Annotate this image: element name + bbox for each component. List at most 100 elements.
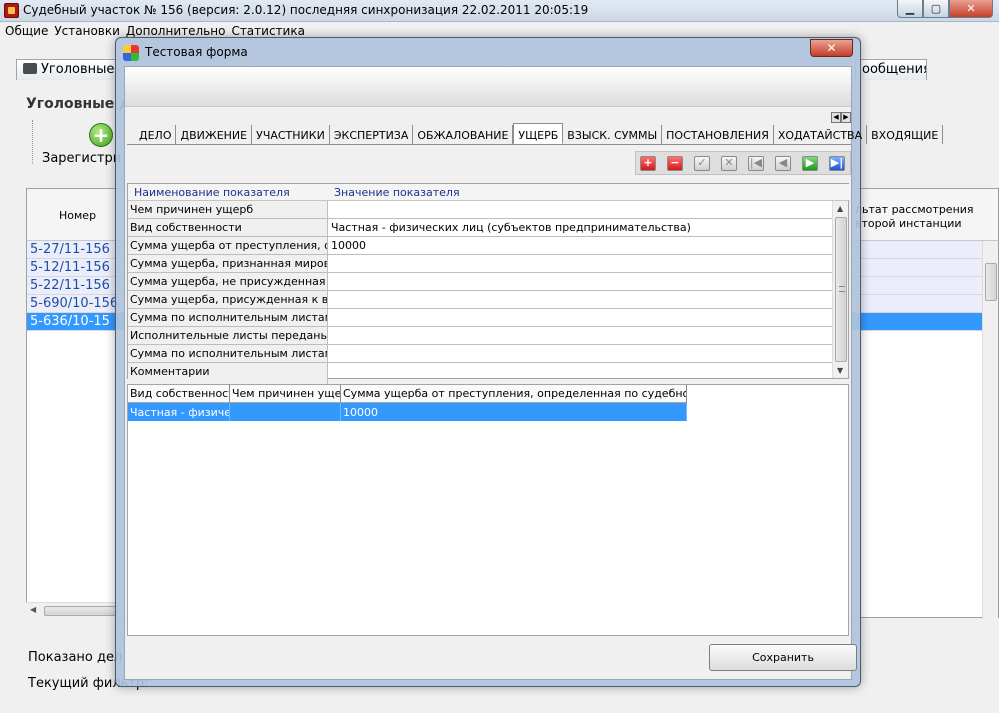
tab-recovered-sums[interactable]: ВЗЫСК. СУММЫ — [563, 125, 663, 144]
dialog-close-button[interactable]: ✕ — [810, 39, 853, 57]
tab-incoming[interactable]: ВХОДЯЩИЕ — [867, 125, 944, 144]
tab-messages[interactable]: ообщения — [855, 59, 927, 80]
tab-case[interactable]: ДЕЛО — [135, 125, 177, 144]
column-number[interactable]: Номер — [59, 209, 96, 222]
toolbar-separator — [32, 120, 33, 164]
scroll-thumb[interactable] — [835, 217, 847, 362]
scroll-thumb[interactable] — [985, 263, 997, 301]
tab-damage[interactable]: УЩЕРБ — [513, 123, 564, 144]
property-name: Сумма по исполнительным листам, ... — [128, 309, 328, 326]
grip-icon — [839, 286, 845, 292]
tab-movement[interactable]: ДВИЖЕНИЕ — [176, 125, 253, 144]
table-row-selected[interactable]: Частная - физическ 10000 — [128, 403, 687, 421]
briefcase-icon — [23, 63, 37, 74]
damage-list-grid: Вид собственности Чем причинен ущерб Сум… — [127, 384, 849, 636]
close-button[interactable]: ✕ — [949, 0, 993, 18]
tab-petitions[interactable]: ХОДАТАЙСТВА — [774, 125, 868, 144]
tab-criminal-label: Уголовные — [41, 62, 115, 77]
tab-scroll-buttons: ◀ ▶ — [831, 112, 851, 123]
scroll-thumb[interactable] — [44, 606, 116, 616]
property-value[interactable]: Частная - физических лиц (субъектов пред… — [329, 219, 832, 236]
header-indicator-value: Значение показателя — [334, 186, 460, 199]
add-record-button[interactable]: + — [640, 156, 656, 171]
column-ownership[interactable]: Вид собственности — [128, 385, 230, 403]
property-name: Сумма ущерба, присужденная к вз... — [128, 291, 328, 308]
form-icon — [123, 45, 139, 61]
dialog-body: ◀ ▶ ДЕЛО ДВИЖЕНИЕ УЧАСТНИКИ ЭКСПЕРТИЗА О… — [124, 66, 944, 680]
tab-criminal[interactable]: Уголовные — [16, 59, 116, 80]
damage-list-header: Вид собственности Чем причинен ущерб Сум… — [128, 385, 687, 403]
column-result-line2: второй инстанции — [855, 217, 962, 230]
window-title: Судебный участок № 156 (версия: 2.0.12) … — [23, 3, 589, 17]
confirm-record-button[interactable]: ✓ — [694, 156, 710, 171]
properties-grid: Наименование показателя Значение показат… — [127, 183, 850, 389]
property-value[interactable] — [329, 309, 832, 326]
property-value[interactable] — [329, 327, 832, 344]
tab-expertise[interactable]: ЭКСПЕРТИЗА — [330, 125, 414, 144]
save-button[interactable]: Сохранить — [709, 644, 857, 671]
tab-participants[interactable]: УЧАСТНИКИ — [252, 125, 330, 144]
property-value[interactable] — [329, 201, 832, 218]
app-icon — [4, 3, 19, 18]
next-record-button[interactable]: ▶ — [802, 156, 818, 171]
header-indicator-name: Наименование показателя — [134, 186, 290, 199]
register-button-label[interactable]: Зарегистри — [42, 151, 121, 166]
maximize-button[interactable]: ▢ — [923, 0, 949, 18]
column-damage-cause[interactable]: Чем причинен ущерб — [230, 385, 341, 403]
property-row[interactable]: Исполнительные листы переданы п... — [128, 327, 833, 345]
property-name: Вид собственности — [128, 219, 328, 236]
property-name: Исполнительные листы переданы п... — [128, 327, 328, 344]
dialog-tabs: ДЕЛО ДВИЖЕНИЕ УЧАСТНИКИ ЭКСПЕРТИЗА ОБЖАЛ… — [127, 123, 944, 145]
tab-resolutions[interactable]: ПОСТАНОВЛЕНИЯ — [662, 125, 774, 144]
property-value[interactable] — [329, 291, 832, 308]
first-record-button[interactable]: |◀ — [748, 156, 764, 171]
register-add-icon[interactable]: + — [89, 123, 113, 147]
tab-appeal[interactable]: ОБЖАЛОВАНИЕ — [413, 125, 514, 144]
property-row[interactable]: Сумма ущерба от преступления, оп... 1000… — [128, 237, 833, 255]
property-name: Чем причинен ущерб — [128, 201, 328, 218]
property-row[interactable]: Сумма по исполнительным листам, ... — [128, 345, 833, 363]
property-value[interactable]: 10000 — [329, 237, 832, 254]
dialog-title: Тестовая форма — [145, 45, 248, 59]
cancel-record-button[interactable]: ✕ — [721, 156, 737, 171]
last-record-button[interactable]: ▶| — [829, 156, 845, 171]
properties-vscrollbar[interactable]: ▲ ▼ — [832, 201, 848, 378]
scroll-down-icon[interactable]: ▼ — [837, 366, 843, 375]
window-controls: ▁ ▢ ✕ — [897, 0, 993, 18]
column-result[interactable]: льтат рассмотрения второй инстанции — [855, 203, 974, 231]
main-window: Судебный участок № 156 (версия: 2.0.12) … — [0, 0, 999, 713]
property-value[interactable] — [329, 255, 832, 272]
property-value[interactable] — [329, 345, 832, 362]
property-name: Сумма ущерба от преступления, оп... — [128, 237, 328, 254]
property-row[interactable]: Сумма ущерба, присужденная к вз... — [128, 291, 833, 309]
cell-damage-cause — [230, 403, 341, 421]
minimize-button[interactable]: ▁ — [897, 0, 923, 18]
cases-grid-vscrollbar[interactable] — [982, 241, 998, 619]
property-row[interactable]: Сумма ущерба, не присужденная м... — [128, 273, 833, 291]
property-row[interactable]: Вид собственности Частная - физических л… — [128, 219, 833, 237]
dialog-banner — [125, 67, 851, 107]
delete-record-button[interactable]: − — [667, 156, 683, 171]
property-name: Сумма ущерба, признанная мировы... — [128, 255, 328, 272]
property-row[interactable]: Сумма по исполнительным листам, ... — [128, 309, 833, 327]
cases-grid-hscrollbar[interactable]: ◀ — [26, 602, 118, 618]
property-row[interactable]: Сумма ущерба, признанная мировы... — [128, 255, 833, 273]
menu-general[interactable]: Общие — [2, 22, 51, 40]
property-value[interactable] — [329, 273, 832, 290]
column-damage-amount[interactable]: Сумма ущерба от преступления, определенн… — [341, 385, 687, 403]
property-row[interactable]: Чем причинен ущерб — [128, 201, 833, 219]
scroll-left-icon[interactable]: ◀ — [30, 605, 36, 614]
record-navigator: + − ✓ ✕ |◀ ◀ ▶ ▶| — [635, 151, 851, 175]
tab-scroll-left-icon[interactable]: ◀ — [831, 112, 841, 123]
test-form-dialog: Тестовая форма ✕ ◀ ▶ ДЕЛО ДВИЖЕНИЕ УЧАСТ… — [115, 37, 944, 687]
cell-damage-amount: 10000 — [341, 403, 687, 421]
tab-messages-label: ообщения — [862, 62, 927, 77]
menu-settings[interactable]: Установки — [51, 22, 123, 40]
properties-header: Наименование показателя Значение показат… — [128, 184, 850, 201]
tab-scroll-right-icon[interactable]: ▶ — [841, 112, 851, 123]
property-name: Сумма ущерба, не присужденная м... — [128, 273, 328, 290]
cell-ownership: Частная - физическ — [128, 403, 230, 421]
scroll-up-icon[interactable]: ▲ — [837, 204, 843, 213]
shown-cases-label: Показано дел — [28, 650, 123, 665]
prev-record-button[interactable]: ◀ — [775, 156, 791, 171]
